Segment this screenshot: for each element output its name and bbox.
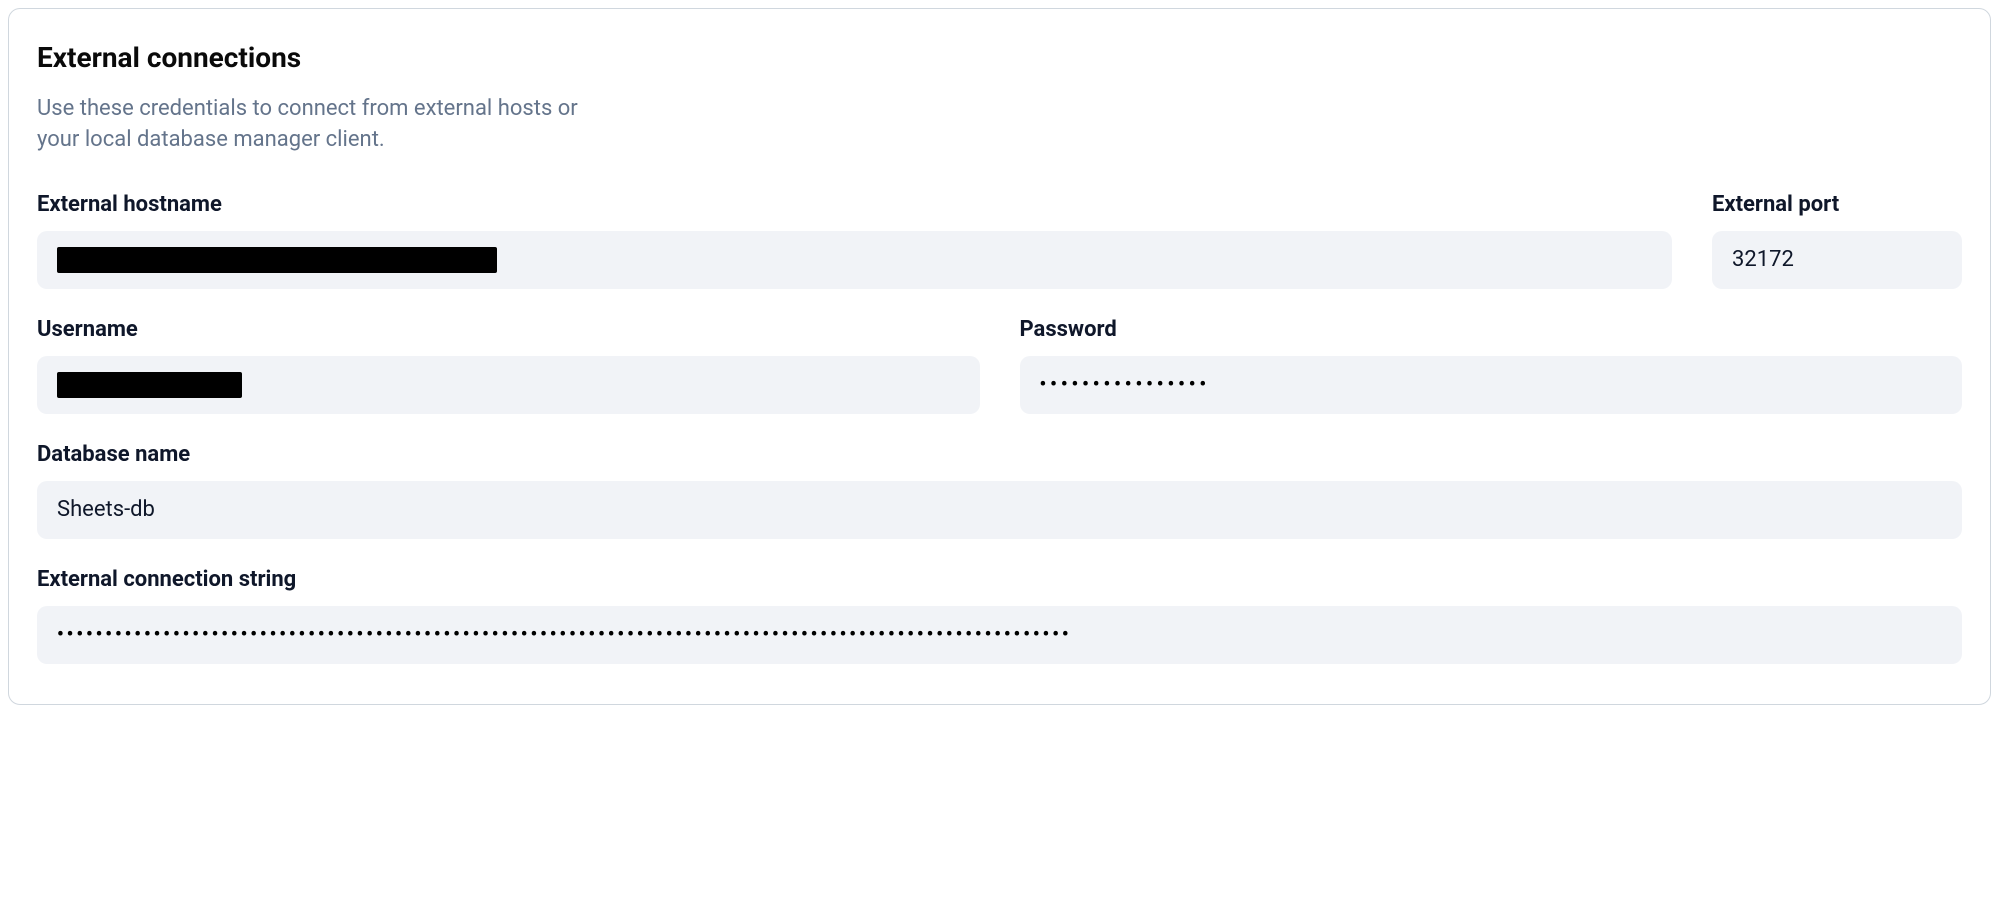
redacted-hostname-block [57, 247, 497, 273]
external-hostname-label: External hostname [37, 192, 1672, 217]
field-external-hostname: External hostname [37, 192, 1672, 289]
database-name-label: Database name [37, 442, 1962, 467]
section-description: Use these credentials to connect from ex… [37, 94, 597, 156]
password-masked-dots: •••••••••••••••• [1040, 374, 1211, 395]
password-label: Password [1020, 317, 1963, 342]
field-password: Password •••••••••••••••• [1020, 317, 1963, 414]
external-connections-panel: External connections Use these credentia… [8, 8, 1991, 705]
external-port-value[interactable]: 32172 [1712, 231, 1962, 289]
row-username-password: Username Password •••••••••••••••• [37, 317, 1962, 414]
field-username: Username [37, 317, 980, 414]
field-external-port: External port 32172 [1712, 192, 1962, 289]
connection-string-masked-dots: ••••••••••••••••••••••••••••••••••••••••… [57, 624, 1072, 645]
section-title: External connections [37, 41, 1962, 74]
row-database-name: Database name Sheets-db [37, 442, 1962, 539]
password-value[interactable]: •••••••••••••••• [1020, 356, 1963, 414]
row-hostname-port: External hostname External port 32172 [37, 192, 1962, 289]
row-connection-string: External connection string •••••••••••••… [37, 567, 1962, 664]
field-database-name: Database name Sheets-db [37, 442, 1962, 539]
external-connection-string-label: External connection string [37, 567, 1962, 592]
external-connection-string-value[interactable]: ••••••••••••••••••••••••••••••••••••••••… [37, 606, 1962, 664]
username-value[interactable] [37, 356, 980, 414]
external-hostname-value[interactable] [37, 231, 1672, 289]
database-name-value[interactable]: Sheets-db [37, 481, 1962, 539]
username-label: Username [37, 317, 980, 342]
redacted-username-block [57, 372, 242, 398]
external-port-label: External port [1712, 192, 1962, 217]
field-external-connection-string: External connection string •••••••••••••… [37, 567, 1962, 664]
